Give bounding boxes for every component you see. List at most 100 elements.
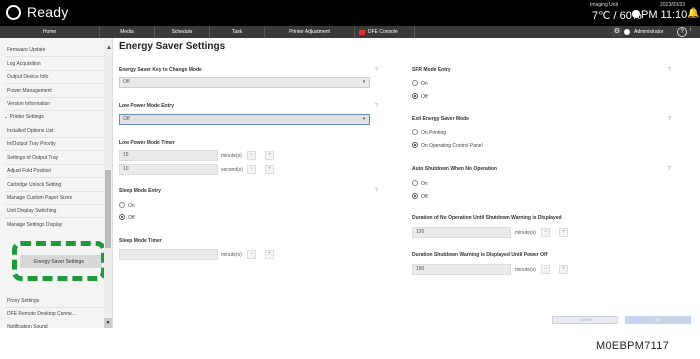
ready-label: Ready — [27, 4, 69, 20]
low-power-minutes-input[interactable]: 15 — [119, 150, 218, 161]
dfe-icon — [359, 29, 365, 35]
chevron-down-icon: ▾ — [362, 116, 366, 122]
sidebar-item-notification-sound[interactable]: Notification Sound — [7, 324, 107, 330]
tab-printer-adjustment[interactable]: Printer Adjustment — [265, 26, 355, 38]
no-op-duration-label: Duration of No Operation Until Shutdown … — [412, 215, 562, 221]
low-power-entry-select[interactable]: Off ▾ — [119, 114, 370, 125]
sfr-off-label: Off — [421, 94, 428, 100]
decrement-button[interactable]: − — [541, 228, 550, 237]
exit-printing-label: On Printing — [421, 130, 447, 136]
help-icon[interactable]: ? — [677, 27, 687, 37]
tab-home[interactable]: Home — [0, 26, 100, 38]
sidebar-item-installed-options[interactable]: Installed Options List — [7, 128, 107, 134]
help-icon[interactable]: ? — [375, 67, 378, 73]
sidebar-item-output-device-info[interactable]: Output Device Info — [7, 74, 107, 80]
ok-button[interactable]: OK — [625, 316, 691, 324]
sidebar-divider — [5, 110, 105, 111]
tab-task-label: Task — [231, 29, 243, 35]
help-icon[interactable]: ? — [375, 103, 378, 109]
sidebar-item-log-acquisition[interactable]: Log Acquisition — [7, 61, 107, 67]
user-name: Administrator — [634, 29, 664, 35]
sidebar-item-settings-display[interactable]: Manage Settings Display — [7, 222, 107, 228]
increment-button[interactable]: + — [265, 151, 274, 160]
low-power-seconds-input[interactable]: 10 — [119, 164, 218, 175]
exit-printing-radio[interactable] — [412, 129, 418, 135]
sidebar-item-custom-paper[interactable]: Manage Custom Paper Sizes — [7, 195, 107, 201]
help-icon[interactable]: ? — [375, 188, 378, 194]
help-icon[interactable]: ? — [668, 166, 671, 172]
low-power-entry-value: Off — [123, 116, 130, 122]
shutdown-off-label: Off — [421, 194, 428, 200]
info-icon[interactable]: i — [690, 27, 691, 33]
sidebar-divider — [5, 150, 105, 151]
sleep-timer-label: Sleep Mode Timer — [119, 238, 162, 244]
sfr-on-radio[interactable] — [412, 80, 418, 86]
tab-media-label: Media — [120, 29, 134, 35]
sleep-on-label: On — [128, 203, 135, 209]
scroll-down-icon[interactable]: ▼ — [104, 318, 112, 328]
sidebar-section-printer-settings[interactable]: ⌄ Printer Settings — [4, 114, 44, 120]
shutdown-on-radio[interactable] — [412, 180, 418, 186]
energy-key-select[interactable]: Off ▾ — [119, 77, 370, 88]
warning-duration-input[interactable]: 180 — [412, 264, 511, 275]
sleep-entry-label: Sleep Mode Entry — [119, 188, 161, 194]
sidebar-divider — [5, 177, 105, 178]
ready-ring-icon — [6, 4, 21, 20]
bell-icon[interactable]: 🔔 — [687, 8, 699, 19]
sidebar-item-unit-display[interactable]: Unit Display Switching — [7, 208, 107, 214]
sidebar-scroll-thumb[interactable] — [105, 170, 111, 248]
clock-icon — [632, 10, 640, 18]
sleep-off-radio[interactable] — [119, 214, 125, 220]
sfr-off-radio[interactable] — [412, 93, 418, 99]
minutes-unit: minute(s) — [221, 153, 242, 159]
gear-icon[interactable]: ⚙ — [612, 27, 622, 37]
sidebar-item-tray-priority[interactable]: In/Output Tray Priority — [7, 141, 107, 147]
seconds-unit: second(s) — [221, 167, 243, 173]
sidebar-divider — [5, 70, 105, 71]
tab-media[interactable]: Media — [100, 26, 155, 38]
tab-schedule[interactable]: Schedule — [155, 26, 210, 38]
increment-button[interactable]: + — [265, 250, 274, 259]
sidebar-item-fold-position[interactable]: Adjust Fold Position — [7, 168, 107, 174]
sidebar-item-version-information[interactable]: Version Information — [7, 101, 107, 107]
exit-panel-radio[interactable] — [412, 142, 418, 148]
collapse-arrow-icon[interactable]: ▲ — [106, 45, 112, 51]
user-menu[interactable]: Administrator — [624, 27, 663, 37]
user-icon — [624, 29, 630, 35]
decrement-button[interactable]: − — [247, 165, 256, 174]
sidebar-divider — [5, 83, 105, 84]
shutdown-off-radio[interactable] — [412, 193, 418, 199]
sidebar-divider — [5, 191, 105, 192]
sleep-timer-input[interactable] — [119, 249, 218, 260]
decrement-button[interactable]: − — [247, 151, 256, 160]
sidebar-item-dfe-remote[interactable]: DFE Remote Desktop Conne… — [7, 311, 107, 317]
date-label: 2023/03/23 — [660, 2, 686, 8]
imaging-unit-label: Imaging Unit — [590, 2, 619, 8]
increment-button[interactable]: + — [559, 228, 568, 237]
sidebar-item-power-management[interactable]: Power Management — [7, 88, 107, 94]
minutes-unit: minute(s) — [515, 267, 536, 273]
sidebar-item-proxy-settings[interactable]: Proxy Settings — [7, 298, 107, 304]
sidebar-divider — [5, 56, 105, 57]
sfr-on-label: On — [421, 81, 428, 87]
sidebar-item-firmware-update[interactable]: Firmware Update — [7, 47, 107, 53]
warning-duration-label: Duration Shutdown Warning is Displayed U… — [412, 252, 548, 258]
sidebar-divider — [5, 204, 105, 205]
increment-button[interactable]: + — [559, 265, 568, 274]
decrement-button[interactable]: − — [247, 250, 256, 259]
tab-dfe-console[interactable]: DFE Console — [355, 26, 415, 38]
help-icon[interactable]: ? — [668, 116, 671, 122]
sidebar-divider — [5, 217, 105, 218]
decrement-button[interactable]: − — [541, 265, 550, 274]
help-icon[interactable]: ? — [668, 67, 671, 73]
tab-task[interactable]: Task — [210, 26, 265, 38]
sleep-on-radio[interactable] — [119, 202, 125, 208]
cancel-button[interactable]: Cancel — [552, 316, 618, 324]
sidebar-divider — [5, 164, 105, 165]
no-op-duration-input[interactable]: 120 — [412, 227, 511, 238]
main-nav: Home Media Schedule Task Printer Adjustm… — [0, 26, 700, 38]
auto-shutdown-label: Auto Shutdown When No Operation — [412, 166, 497, 172]
sidebar-item-output-tray[interactable]: Settings of Output Tray — [7, 155, 107, 161]
increment-button[interactable]: + — [265, 165, 274, 174]
sidebar-item-cartridge-unlock[interactable]: Cartridge Unlock Setting — [7, 182, 107, 188]
